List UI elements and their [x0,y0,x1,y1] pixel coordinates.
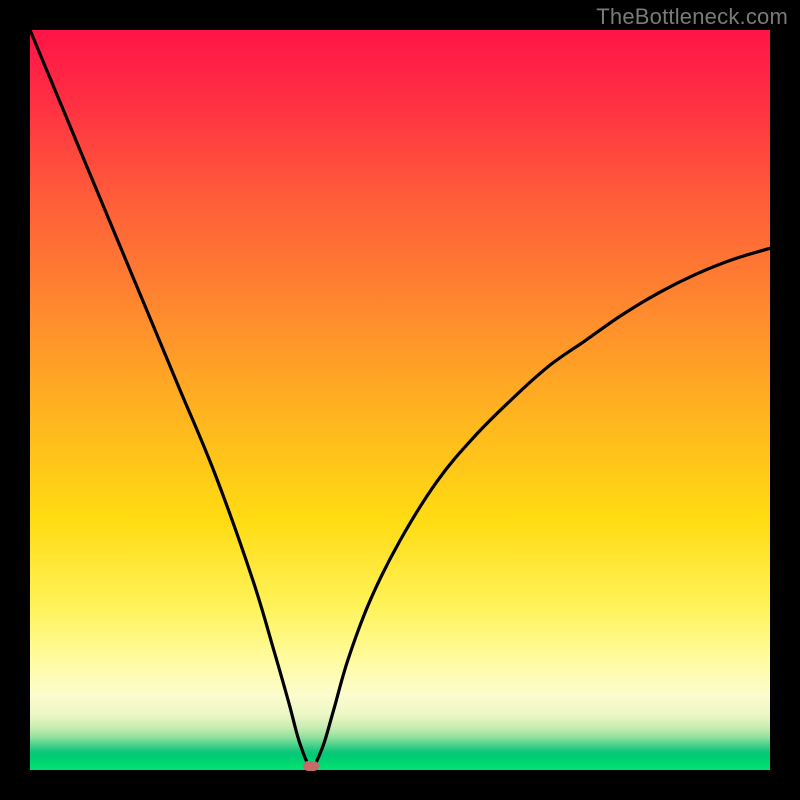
chart-plot-area [30,30,770,770]
chart-frame: TheBottleneck.com [0,0,800,800]
bottleneck-curve [30,30,770,770]
watermark-text: TheBottleneck.com [596,4,788,30]
optimum-marker [303,761,319,771]
